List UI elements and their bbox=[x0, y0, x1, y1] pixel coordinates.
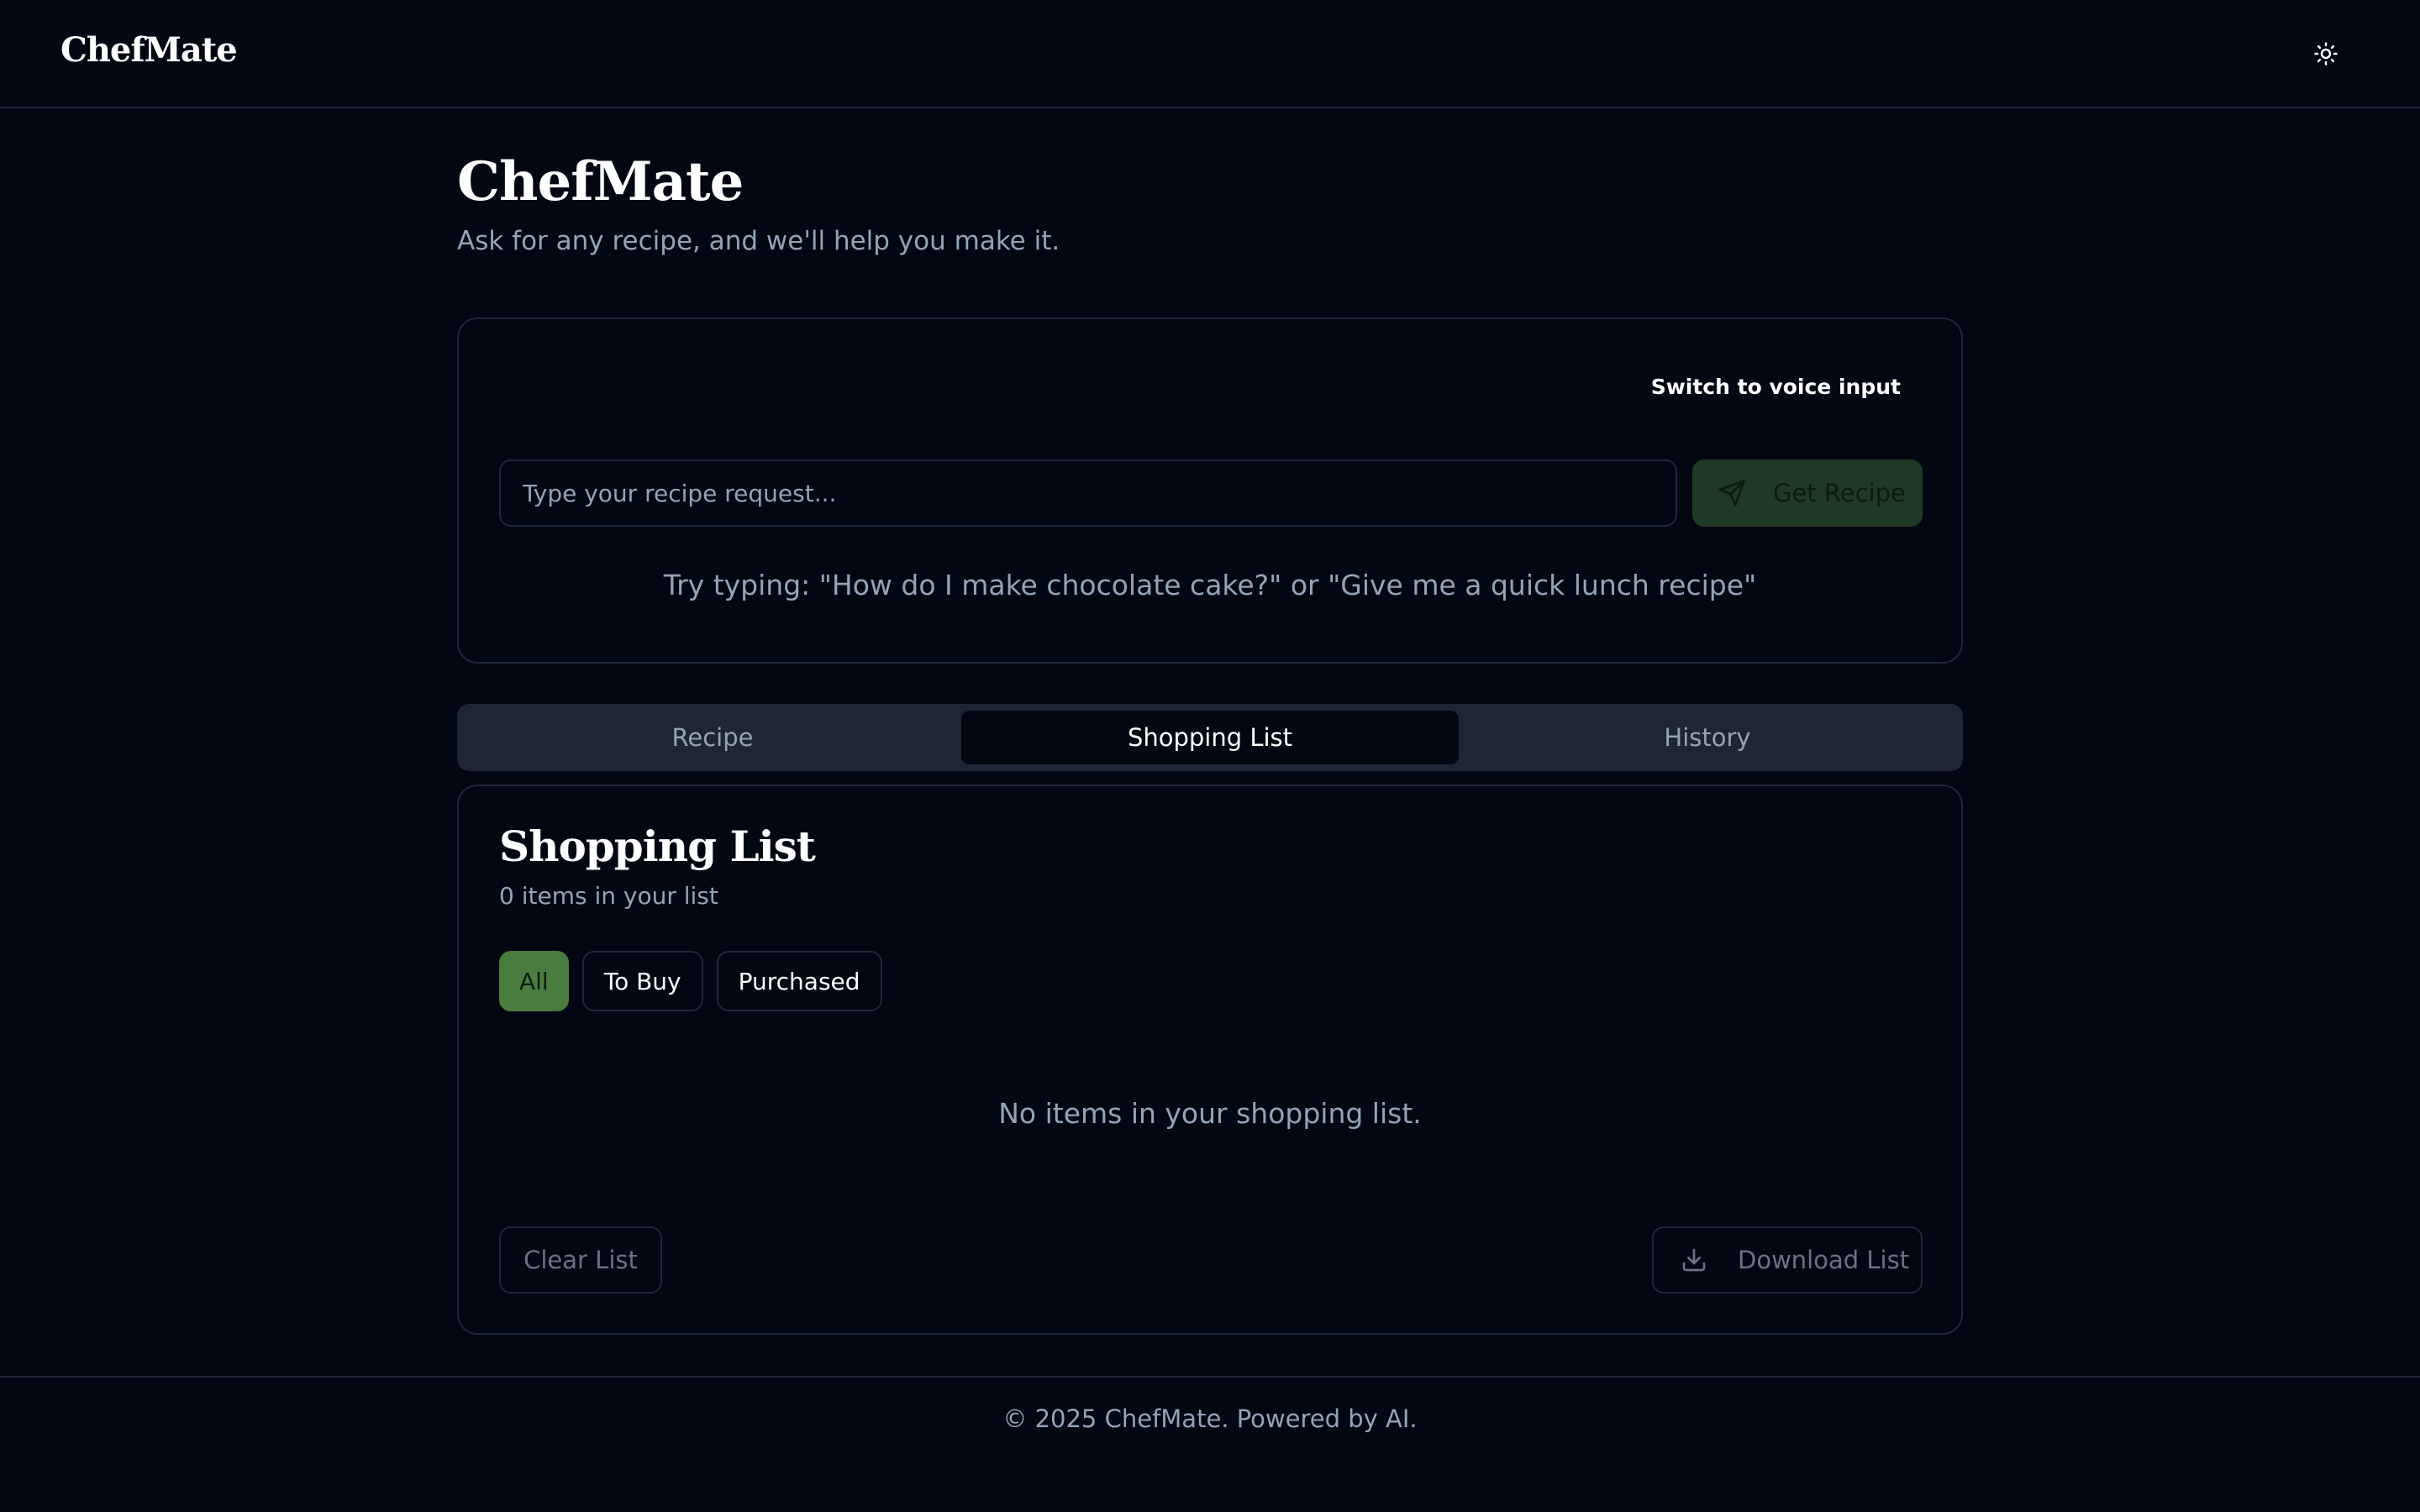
recipe-request-input[interactable] bbox=[499, 459, 1677, 527]
filter-group: All To Buy Purchased bbox=[499, 951, 882, 1011]
page-footer: © 2025 ChefMate. Powered by AI. bbox=[0, 1376, 2420, 1512]
tab-recipe[interactable]: Recipe bbox=[464, 711, 961, 764]
download-icon bbox=[1682, 1248, 1706, 1272]
item-count: 0 items in your list bbox=[499, 882, 718, 910]
filter-purchased-button[interactable]: Purchased bbox=[716, 951, 882, 1011]
footer-copyright: © 2025 ChefMate. Powered by AI. bbox=[1002, 1404, 1418, 1433]
tab-history[interactable]: History bbox=[1459, 711, 1956, 764]
shopping-list-title: Shopping List bbox=[499, 822, 816, 871]
empty-state-message: No items in your shopping list. bbox=[998, 1097, 1422, 1130]
switch-to-voice-button[interactable]: Switch to voice input bbox=[1651, 375, 1901, 399]
download-list-label: Download List bbox=[1738, 1246, 1910, 1274]
download-list-button[interactable]: Download List bbox=[1652, 1226, 1923, 1294]
page-subtitle: Ask for any recipe, and we'll help you m… bbox=[457, 226, 1060, 256]
get-recipe-button[interactable]: Get Recipe bbox=[1692, 459, 1923, 527]
get-recipe-label: Get Recipe bbox=[1773, 479, 1906, 507]
brand-logo[interactable]: ChefMate bbox=[60, 30, 238, 70]
recipe-request-card: Switch to voice input Get Recipe Try typ… bbox=[457, 318, 1963, 664]
shopping-list-card: Shopping List 0 items in your list All T… bbox=[457, 785, 1963, 1335]
page-title: ChefMate bbox=[457, 150, 744, 213]
theme-toggle-button[interactable] bbox=[2306, 34, 2346, 74]
tab-shopping-list[interactable]: Shopping List bbox=[961, 711, 1459, 764]
top-nav-bar: ChefMate bbox=[0, 0, 2420, 108]
clear-list-button[interactable]: Clear List bbox=[499, 1226, 662, 1294]
view-tabs: Recipe Shopping List History bbox=[457, 704, 1963, 771]
send-icon bbox=[1718, 480, 1745, 507]
sun-icon bbox=[2314, 42, 2338, 66]
input-hint: Try typing: "How do I make chocolate cak… bbox=[663, 569, 1757, 601]
filter-all-button[interactable]: All bbox=[499, 951, 569, 1011]
filter-to-buy-button[interactable]: To Buy bbox=[581, 951, 703, 1011]
